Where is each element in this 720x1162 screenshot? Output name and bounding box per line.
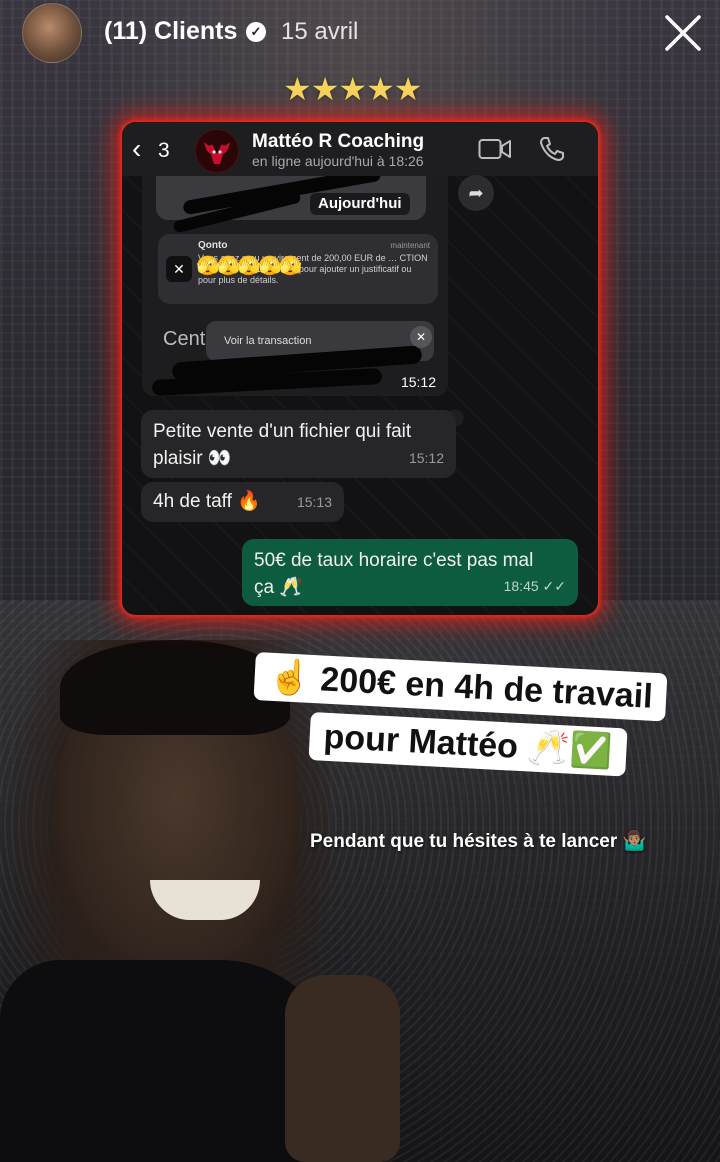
- message-time: 15:12: [400, 374, 436, 390]
- message-time: 15:13: [296, 494, 332, 510]
- bull-logo-icon: [204, 142, 230, 164]
- contact-status: en ligne aujourd'hui à 18:26: [252, 153, 424, 169]
- contact-name[interactable]: Mattéo R Coaching: [252, 131, 424, 153]
- message-bubble[interactable]: 4h de taff 🔥 15:13: [141, 482, 344, 522]
- forward-icon[interactable]: ➦: [458, 175, 494, 211]
- channel-avatar[interactable]: [22, 3, 82, 63]
- peace-sign-hand: [285, 975, 400, 1162]
- chat-screenshot: ‹ 3 Mattéo R Coaching en ligne aujourd'h…: [122, 122, 598, 615]
- partial-text: Cent: [163, 328, 206, 350]
- notification-app: Qonto: [198, 240, 228, 251]
- bank-notification: ✕ Qonto maintenant Vous avez reçu un vir…: [158, 234, 438, 304]
- close-icon[interactable]: [662, 12, 704, 54]
- tagline-text: Pendant que tu hésites à te lancer 🤷🏽‍♂️: [310, 831, 647, 852]
- caption-line-2: pour Mattéo 🥂✅: [308, 712, 628, 777]
- back-count: 3: [158, 139, 170, 162]
- contact-avatar[interactable]: [195, 129, 239, 173]
- message-time: 15:12: [408, 450, 444, 466]
- verified-icon: ✓: [246, 22, 266, 42]
- post-date: 15 avril: [281, 18, 359, 45]
- story-header: (11) Clients ✓ 15 avril: [0, 0, 720, 70]
- chat-header: ‹ 3 Mattéo R Coaching en ligne aujourd'h…: [122, 122, 598, 176]
- caption-line-1: ☝️ 200€ en 4h de travail: [253, 652, 668, 722]
- qonto-logo-icon: ✕: [166, 256, 192, 282]
- channel-name[interactable]: (11) Clients: [104, 17, 237, 46]
- close-icon: ✕: [410, 326, 432, 348]
- notification-time: maintenant: [390, 241, 430, 250]
- message-time: 18:45 ✓✓: [503, 578, 566, 594]
- caption-sticker: ☝️ 200€ en 4h de travail pour Mattéo 🥂✅: [253, 652, 686, 782]
- message-bubble[interactable]: Petite vente d'un fichier qui fait plais…: [141, 410, 456, 478]
- emoji-redaction: 🫣🫣🫣🫣🫣: [196, 256, 302, 277]
- video-call-icon[interactable]: [478, 136, 512, 162]
- back-chevron-icon[interactable]: ‹: [132, 135, 141, 163]
- message-bubble-outgoing[interactable]: 50€ de taux horaire c'est pas mal ça 🥂 1…: [242, 539, 578, 606]
- phone-icon[interactable]: [538, 135, 566, 163]
- image-message[interactable]: Aujourd'hui ✕ Qonto maintenant Vous avez…: [142, 176, 448, 396]
- message-text: 4h de taff 🔥: [153, 491, 261, 512]
- date-chip: Aujourd'hui: [310, 193, 410, 215]
- five-star-rating: ★★★★★: [283, 71, 422, 107]
- bank-screenshot: Aujourd'hui ✕ Qonto maintenant Vous avez…: [142, 176, 448, 396]
